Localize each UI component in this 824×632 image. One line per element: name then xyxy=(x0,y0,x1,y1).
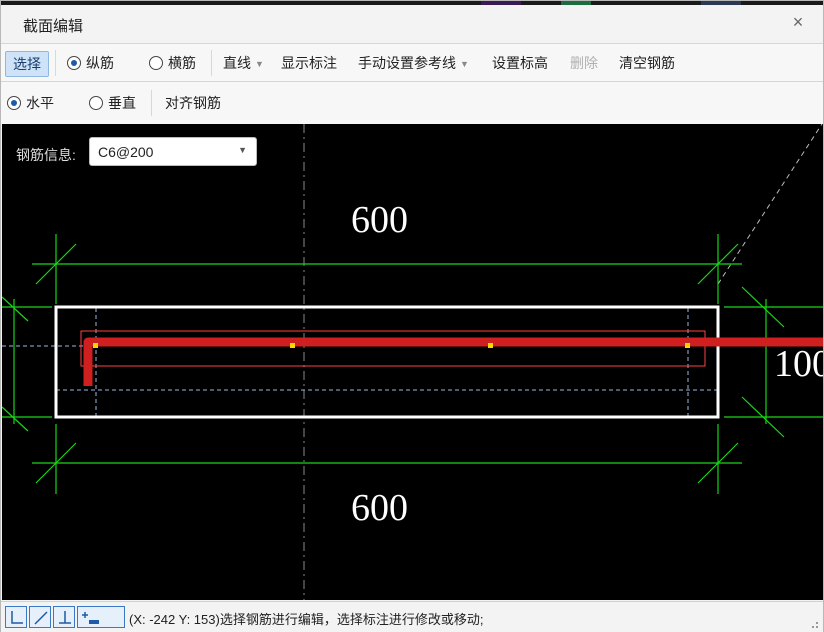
status-coordinates: (X: -242 Y: 153) xyxy=(129,612,220,627)
section-drawing xyxy=(2,124,823,600)
chevron-down-icon: ▼ xyxy=(255,59,264,69)
radio-unchecked-icon xyxy=(89,96,103,110)
toolbar-separator xyxy=(151,90,152,116)
close-icon[interactable]: × xyxy=(787,11,809,33)
ortho-snap-button[interactable] xyxy=(5,606,27,628)
toolbar-separator xyxy=(55,50,56,76)
rebar-info-value: C6@200 xyxy=(98,144,154,160)
radio-checked-icon xyxy=(67,56,81,70)
oblique-snap-button[interactable] xyxy=(29,606,51,628)
status-bar: (X: -242 Y: 153)选择钢筋进行编辑，选择标注进行修改或移动; xyxy=(1,601,823,632)
radio-checked-icon xyxy=(7,96,21,110)
toolbar-separator xyxy=(211,50,212,76)
section-outline xyxy=(54,305,720,419)
drawing-canvas[interactable]: 600 600 100 钢筋信息: C6@200 ▼ xyxy=(2,124,823,600)
rebar-selection-box xyxy=(80,330,706,367)
clear-rebar-button[interactable]: 清空钢筋 xyxy=(619,53,675,73)
perpendicular-snap-button[interactable] xyxy=(53,606,75,628)
radio-transverse-rebar[interactable]: 横筋 xyxy=(149,53,196,73)
bottom-dimension xyxy=(32,424,742,494)
rebar-info-select[interactable]: C6@200 ▼ xyxy=(89,137,257,166)
status-hint: 选择钢筋进行编辑，选择标注进行修改或移动; xyxy=(219,612,484,627)
perpendicular-icon xyxy=(59,611,71,624)
diagonal-icon xyxy=(34,611,48,625)
line-mode-dropdown[interactable]: 直线 ▼ xyxy=(223,53,264,73)
left-dimension xyxy=(2,296,52,432)
radio-vertical-label: 垂直 xyxy=(108,95,136,111)
toolbar-row-1: 选择 纵筋 横筋 直线 ▼ 显示标注 手动设置参考线 ▼ 设置标高 删除 清空钢筋 xyxy=(1,43,823,81)
radio-vertical[interactable]: 垂直 xyxy=(89,93,136,113)
dimension-text-top[interactable]: 600 xyxy=(351,198,408,242)
select-button[interactable]: 选择 xyxy=(5,51,49,77)
radio-horizontal-label: 水平 xyxy=(26,95,54,111)
show-annotation-button[interactable]: 显示标注 xyxy=(281,53,337,73)
align-rebar-button[interactable]: 对齐钢筋 xyxy=(165,93,221,113)
radio-transverse-label: 横筋 xyxy=(168,55,196,71)
radio-longitudinal-rebar[interactable]: 纵筋 xyxy=(67,53,114,73)
add-point-button[interactable] xyxy=(77,606,125,628)
top-dimension xyxy=(32,234,742,304)
diagonal-reference-line xyxy=(717,124,823,285)
dimension-text-bottom[interactable]: 600 xyxy=(351,486,408,530)
section-edit-window: 截面编辑 × 选择 纵筋 横筋 直线 ▼ 显示标注 手动设置参考线 ▼ 设置标高 删… xyxy=(0,0,824,632)
radio-unchecked-icon xyxy=(149,56,163,70)
longitudinal-rebar xyxy=(83,337,823,386)
chevron-down-icon: ▼ xyxy=(460,59,469,69)
window-title: 截面编辑 xyxy=(23,18,84,35)
corner-icon xyxy=(11,611,23,624)
manual-reference-dropdown[interactable]: 手动设置参考线 ▼ xyxy=(358,53,469,73)
set-elevation-button[interactable]: 设置标高 xyxy=(492,53,548,73)
status-message: (X: -242 Y: 153)选择钢筋进行编辑，选择标注进行修改或移动; xyxy=(129,609,483,628)
toolbar-row-2: 水平 垂直 对齐钢筋 xyxy=(1,81,823,124)
radio-horizontal[interactable]: 水平 xyxy=(7,93,54,113)
dimension-text-right[interactable]: 100 xyxy=(774,342,823,386)
delete-button[interactable]: 删除 xyxy=(570,53,598,73)
radio-longitudinal-label: 纵筋 xyxy=(86,55,114,71)
rebar-info-label: 钢筋信息: xyxy=(16,147,76,163)
manual-reference-label: 手动设置参考线 xyxy=(358,55,456,71)
line-mode-label: 直线 xyxy=(223,55,251,71)
title-bar: 截面编辑 × xyxy=(1,5,823,43)
plus-icon xyxy=(82,612,99,624)
resize-grip-icon[interactable] xyxy=(809,619,819,629)
chevron-down-icon: ▼ xyxy=(238,145,247,155)
